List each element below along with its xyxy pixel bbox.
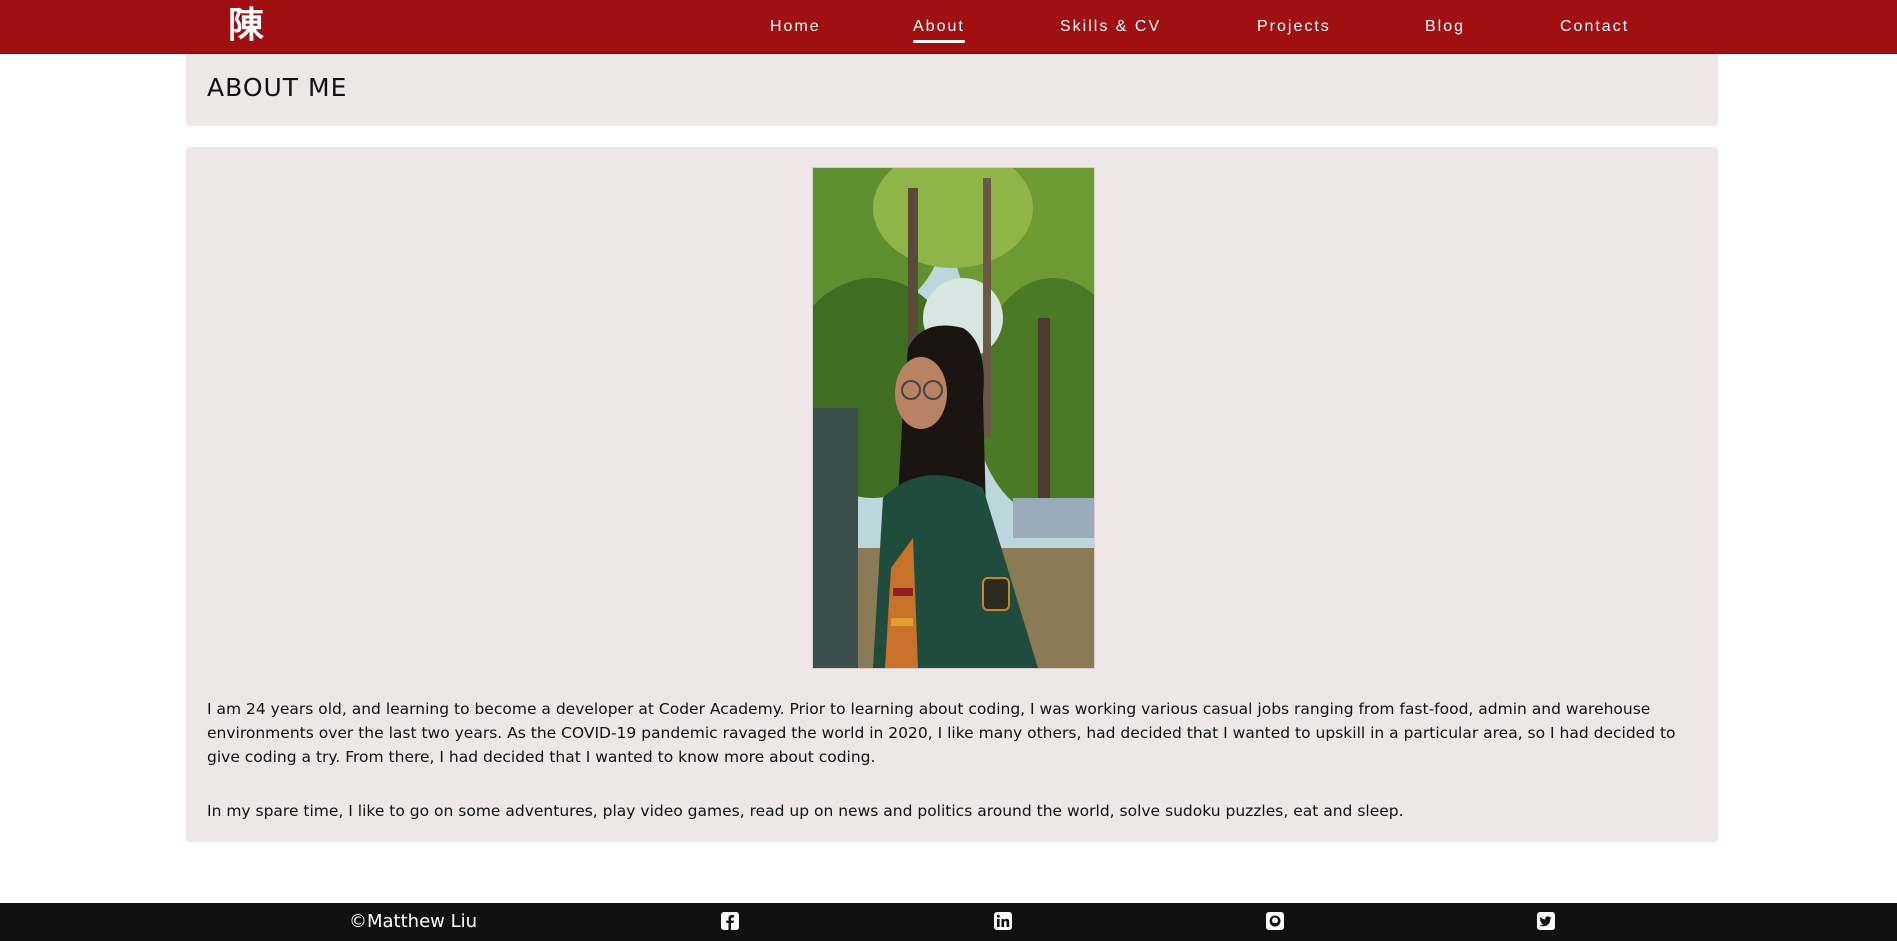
github-icon[interactable]	[1266, 912, 1284, 930]
nav-link-projects[interactable]: Projects	[1257, 14, 1331, 40]
page-title: ABOUT ME	[207, 73, 348, 102]
page-title-card	[186, 54, 1718, 126]
facebook-icon[interactable]	[721, 912, 739, 930]
linkedin-icon[interactable]	[994, 912, 1012, 930]
about-paragraph-2: In my spare time, I like to go on some a…	[207, 802, 1404, 820]
nav-link-blog[interactable]: Blog	[1425, 14, 1465, 40]
nav-link-contact[interactable]: Contact	[1560, 14, 1629, 40]
about-paragraph-1: I am 24 years old, and learning to becom…	[207, 700, 1676, 766]
site-logo[interactable]: 陳	[228, 2, 264, 50]
profile-photo	[812, 167, 1095, 669]
twitter-icon[interactable]	[1537, 912, 1555, 930]
footer-bar	[0, 903, 1897, 941]
nav-link-home[interactable]: Home	[770, 14, 821, 40]
copyright-text: ©Matthew Liu	[349, 911, 478, 932]
nav-link-skills-cv[interactable]: Skills & CV	[1060, 14, 1161, 40]
nav-link-about[interactable]: About	[913, 14, 965, 43]
